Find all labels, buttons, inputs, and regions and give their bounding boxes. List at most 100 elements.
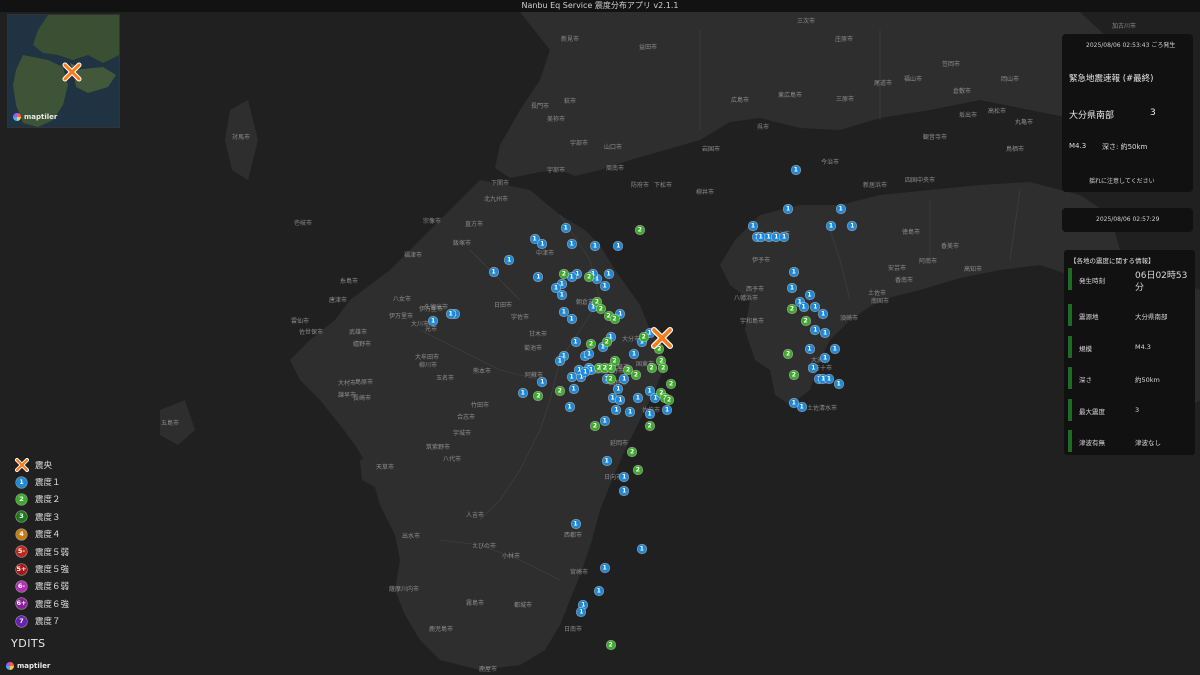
station-intensity-2[interactable]: 2 — [631, 370, 641, 380]
station-intensity-1[interactable]: 1 — [791, 165, 801, 175]
station-intensity-2[interactable]: 2 — [596, 304, 606, 314]
station-intensity-1[interactable]: 1 — [567, 272, 577, 282]
station-intensity-1[interactable]: 1 — [565, 402, 575, 412]
station-intensity-1[interactable]: 1 — [830, 344, 840, 354]
station-intensity-1[interactable]: 1 — [826, 221, 836, 230]
station-intensity-1[interactable]: 1 — [567, 372, 577, 382]
station-intensity-2[interactable]: 2 — [610, 314, 619, 324]
station-intensity-1[interactable]: 1 — [805, 290, 814, 300]
station-intensity-1[interactable]: 1 — [584, 349, 594, 359]
station-intensity-1[interactable]: 1 — [571, 337, 580, 347]
station-intensity-1[interactable]: 1 — [613, 241, 623, 251]
station-intensity-1[interactable]: 1 — [600, 281, 610, 291]
station-intensity-1[interactable]: 1 — [580, 367, 590, 377]
station-intensity-1[interactable]: 1 — [637, 544, 647, 554]
station-intensity-1[interactable]: 1 — [619, 374, 629, 384]
station-intensity-1[interactable]: 1 — [569, 384, 579, 394]
intensity-map[interactable]: 三次市庄原市益田市加古川市姫路市備前市岡山市倉敷市笠岡市福山市尾道市東広島市三原… — [0, 0, 1200, 675]
station-intensity-1[interactable]: 1 — [810, 325, 820, 335]
station-intensity-1[interactable]: 1 — [789, 398, 799, 408]
station-intensity-1[interactable]: 1 — [559, 307, 569, 317]
station-intensity-1[interactable]: 1 — [836, 204, 846, 214]
station-intensity-2[interactable]: 2 — [610, 356, 619, 366]
station-intensity-1[interactable]: 1 — [533, 272, 543, 282]
station-intensity-1[interactable]: 1 — [799, 302, 809, 312]
station-intensity-2[interactable]: 2 — [590, 421, 600, 431]
station-intensity-2[interactable]: 2 — [635, 225, 645, 235]
station-intensity-1[interactable]: 1 — [567, 314, 577, 324]
station-intensity-1[interactable]: 1 — [518, 388, 528, 398]
station-intensity-1[interactable]: 1 — [748, 221, 758, 230]
station-intensity-1[interactable]: 1 — [619, 472, 629, 482]
station-intensity-2[interactable]: 2 — [787, 304, 797, 314]
station-intensity-1[interactable]: 1 — [779, 232, 789, 242]
station-intensity-2[interactable]: 2 — [606, 374, 616, 384]
station-intensity-1[interactable]: 1 — [787, 283, 797, 293]
station-intensity-1[interactable]: 1 — [805, 344, 814, 354]
station-intensity-2[interactable]: 2 — [658, 363, 668, 373]
station-intensity-2[interactable]: 2 — [533, 391, 543, 401]
station-intensity-1[interactable]: 1 — [783, 204, 793, 214]
map-attribution[interactable]: maptiler — [6, 662, 50, 670]
station-intensity-1[interactable]: 1 — [600, 563, 610, 573]
station-intensity-1[interactable]: 1 — [537, 239, 547, 249]
station-intensity-1[interactable]: 1 — [557, 290, 567, 300]
station-intensity-1[interactable]: 1 — [797, 402, 807, 412]
station-intensity-2[interactable]: 2 — [783, 349, 793, 359]
station-intensity-1[interactable]: 1 — [810, 302, 820, 312]
station-intensity-2[interactable]: 2 — [602, 337, 612, 347]
station-intensity-1[interactable]: 1 — [428, 316, 438, 326]
station-intensity-2[interactable]: 2 — [666, 379, 676, 389]
station-intensity-2[interactable]: 2 — [627, 447, 637, 457]
station-intensity-1[interactable]: 1 — [571, 519, 580, 529]
station-intensity-1[interactable]: 1 — [629, 349, 639, 359]
station-intensity-1[interactable]: 1 — [818, 309, 828, 319]
station-intensity-1[interactable]: 1 — [613, 384, 623, 394]
station-intensity-1[interactable]: 1 — [789, 267, 799, 277]
station-intensity-1[interactable]: 1 — [590, 241, 600, 251]
station-intensity-1[interactable]: 1 — [615, 395, 625, 405]
station-intensity-2[interactable]: 2 — [633, 465, 643, 475]
city-label: 坂出市 — [958, 112, 978, 119]
station-intensity-1[interactable]: 1 — [824, 374, 834, 384]
station-intensity-1[interactable]: 1 — [808, 363, 818, 373]
station-intensity-1[interactable]: 1 — [446, 309, 456, 319]
station-intensity-1[interactable]: 1 — [662, 405, 672, 415]
station-intensity-1[interactable]: 1 — [489, 267, 499, 277]
station-intensity-1[interactable]: 1 — [611, 405, 621, 415]
station-intensity-1[interactable]: 1 — [561, 223, 571, 233]
station-intensity-1[interactable]: 1 — [602, 456, 612, 466]
station-intensity-2[interactable]: 2 — [586, 339, 596, 349]
station-intensity-2[interactable]: 2 — [584, 272, 594, 282]
epicenter-icon[interactable] — [651, 327, 673, 349]
station-intensity-1[interactable]: 1 — [834, 379, 844, 389]
station-intensity-1[interactable]: 1 — [555, 356, 565, 366]
city-label: 丸亀市 — [1014, 119, 1034, 126]
station-intensity-1[interactable]: 1 — [625, 407, 635, 417]
station-intensity-2[interactable]: 2 — [639, 332, 649, 342]
station-intensity-1[interactable]: 1 — [820, 328, 830, 338]
station-intensity-1[interactable]: 1 — [633, 393, 643, 403]
station-intensity-1[interactable]: 1 — [645, 409, 655, 419]
station-intensity-1[interactable]: 1 — [594, 586, 604, 596]
station-intensity-1[interactable]: 1 — [576, 607, 586, 617]
station-intensity-2[interactable]: 2 — [789, 370, 799, 380]
station-intensity-1[interactable]: 1 — [567, 239, 577, 249]
station-intensity-1[interactable]: 1 — [604, 269, 614, 279]
station-intensity-1[interactable]: 1 — [537, 377, 547, 387]
station-intensity-1[interactable]: 1 — [551, 283, 561, 293]
station-intensity-2[interactable]: 2 — [606, 640, 616, 650]
station-intensity-1[interactable]: 1 — [619, 486, 629, 496]
station-intensity-2[interactable]: 2 — [645, 421, 655, 431]
overview-minimap[interactable]: maptiler — [7, 14, 120, 128]
station-intensity-2[interactable]: 2 — [647, 363, 657, 373]
station-intensity-1[interactable]: 1 — [820, 353, 830, 363]
station-intensity-1[interactable]: 1 — [600, 416, 610, 426]
station-intensity-2[interactable]: 2 — [664, 395, 674, 405]
station-intensity-1[interactable]: 1 — [847, 221, 857, 230]
station-intensity-1[interactable]: 1 — [504, 255, 514, 265]
minimap-attribution[interactable]: maptiler — [13, 113, 57, 121]
station-intensity-2[interactable]: 2 — [559, 269, 569, 279]
station-intensity-2[interactable]: 2 — [555, 386, 565, 396]
station-intensity-2[interactable]: 2 — [801, 316, 811, 326]
